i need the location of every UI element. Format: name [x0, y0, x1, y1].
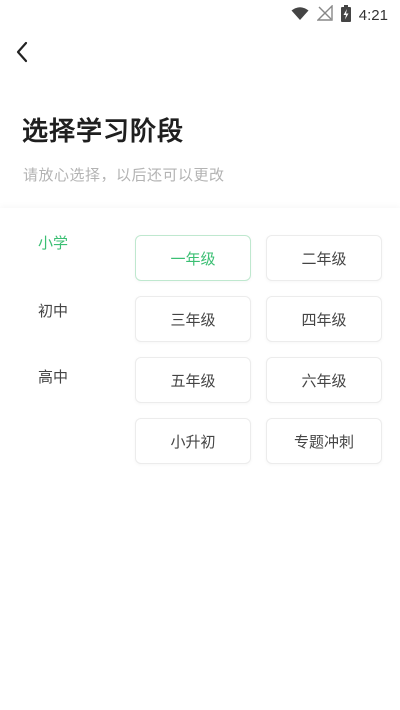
no-signal-icon: [316, 4, 333, 25]
stage-grade-panel: 小学 初中 高中 一年级 二年级 三年级 四年级 五年级 六年级 小升初 专题冲…: [0, 208, 400, 710]
status-time: 4:21: [358, 6, 388, 24]
stage-item-senior[interactable]: 高中: [38, 366, 68, 387]
grade-button-special-sprint[interactable]: 专题冲刺: [266, 418, 382, 464]
screen: 4:21 选择学习阶段 请放心选择，以后还可以更改 小学 初中 高中 一年级 二…: [0, 0, 400, 710]
grade-button-6[interactable]: 六年级: [266, 357, 382, 403]
grade-button-1[interactable]: 一年级: [135, 235, 251, 281]
grade-button-4[interactable]: 四年级: [266, 296, 382, 342]
stage-item-junior[interactable]: 初中: [38, 300, 68, 321]
page-title: 选择学习阶段: [22, 117, 185, 147]
chevron-left-icon: [15, 41, 29, 67]
stage-item-primary[interactable]: 小学: [38, 232, 68, 253]
grade-button-5[interactable]: 五年级: [135, 357, 251, 403]
grade-button-3[interactable]: 三年级: [135, 296, 251, 342]
wifi-icon: [291, 6, 309, 25]
battery-charging-icon: [340, 4, 351, 26]
grade-button-2[interactable]: 二年级: [266, 235, 382, 281]
page-subtitle: 请放心选择，以后还可以更改: [23, 166, 225, 184]
status-bar: 4:21: [0, 0, 400, 30]
grade-button-xiaoshengchu[interactable]: 小升初: [135, 418, 251, 464]
back-button[interactable]: [8, 40, 36, 68]
